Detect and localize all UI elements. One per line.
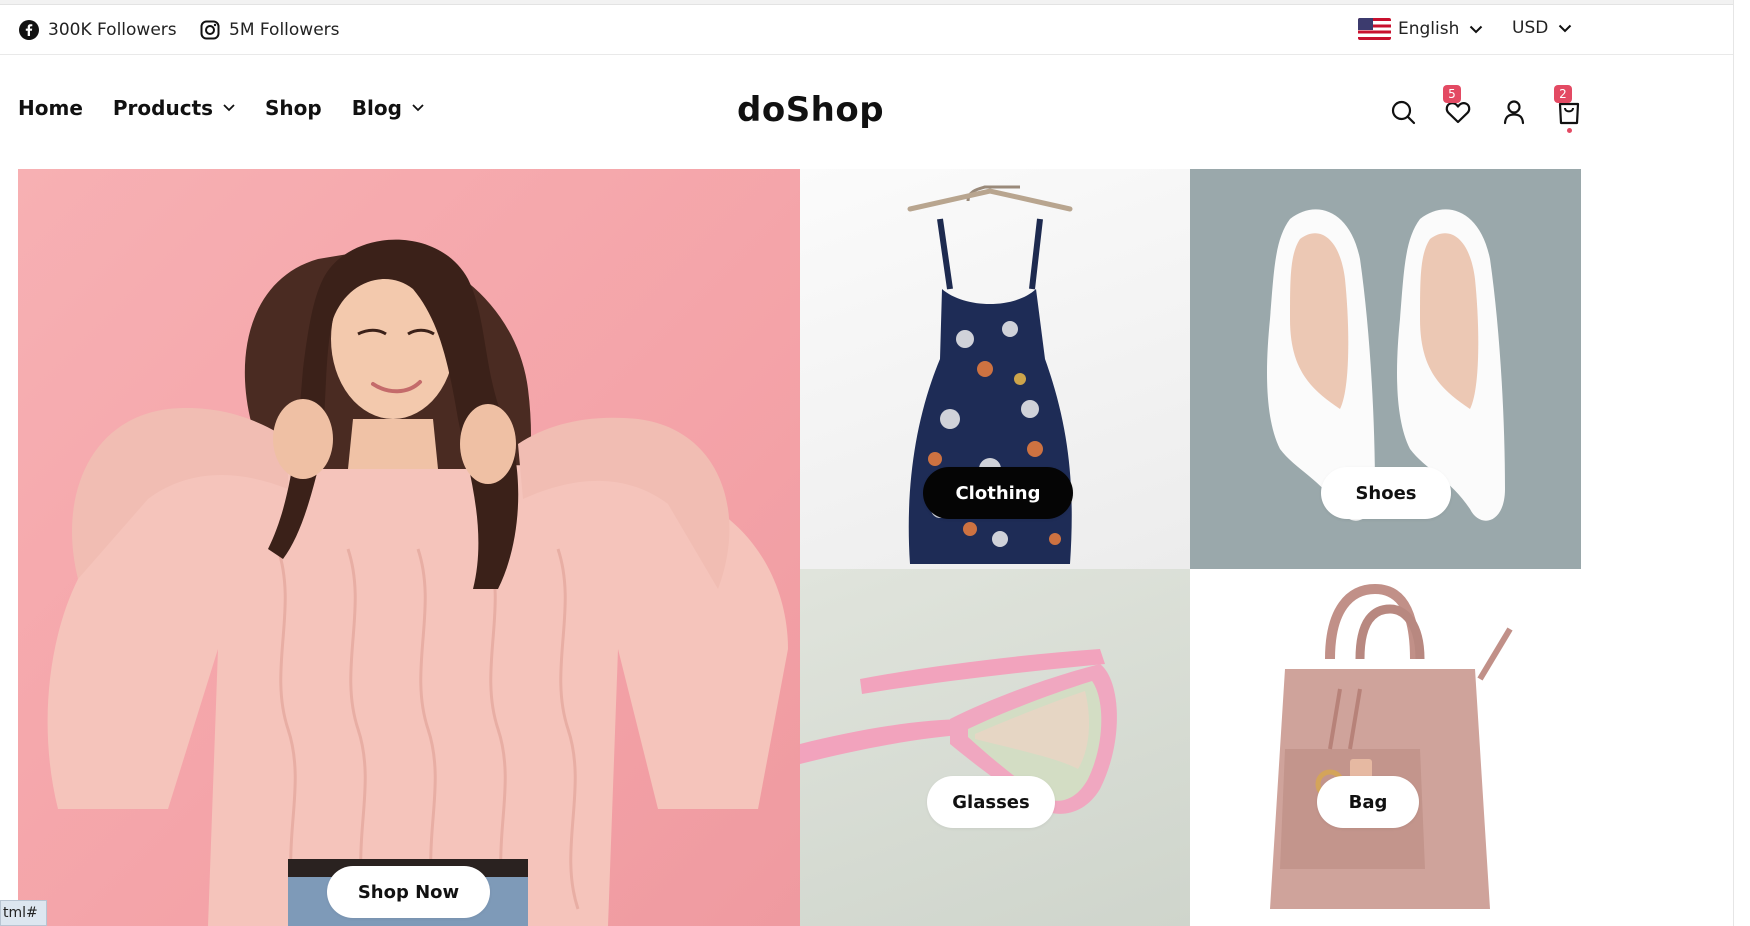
chevron-down-icon [1470,25,1483,33]
glasses-image [800,649,1117,814]
nav-item-products[interactable]: Products [113,96,235,120]
nav-item-label: Blog [351,96,402,120]
bag-image [1270,583,1513,909]
nav-item-label: Products [112,96,214,120]
user-icon [1503,100,1525,125]
main-nav: Home Products Shop Blog [18,96,454,120]
facebook-followers-link[interactable]: 300K Followers [19,19,177,41]
shoes-category-button[interactable]: Shoes [1321,467,1451,519]
shop-now-button[interactable]: Shop Now [327,866,490,918]
hero-banner[interactable]: Shop Now [18,169,800,926]
currency-label: USD [1512,18,1549,38]
chevron-down-icon [223,104,235,112]
category-tile-glasses[interactable]: Glasses [800,569,1190,926]
facebook-followers-label: 300K Followers [48,20,177,40]
currency-selector[interactable]: USD [1512,18,1572,38]
nav-item-label: Home [18,96,83,120]
bag-category-button[interactable]: Bag [1317,776,1419,828]
nav-item-shop[interactable]: Shop [265,96,322,120]
hero-image [47,239,788,926]
cart-count-badge: 2 [1554,85,1572,103]
chevron-down-icon [1559,24,1572,32]
clothing-category-button[interactable]: Clothing [923,467,1073,519]
nav-item-blog[interactable]: Blog [352,96,424,120]
account-button[interactable] [1500,98,1528,126]
wishlist-button[interactable]: 5 [1443,85,1472,126]
site-logo[interactable]: doShop [737,90,884,130]
scrollbar[interactable] [1733,0,1750,926]
search-button[interactable] [1389,98,1417,126]
language-selector[interactable]: English [1358,18,1483,40]
browser-status-bar: tml# [0,900,47,926]
nav-item-home[interactable]: Home [18,96,83,120]
wishlist-count-badge: 5 [1443,85,1461,103]
top-bar: 300K Followers 5M Followers English USD [0,5,1733,55]
cart-button[interactable]: 2 [1554,85,1583,133]
facebook-icon [19,20,39,40]
cart-indicator-dot [1567,128,1572,133]
category-tile-shoes[interactable]: Shoes [1190,169,1581,569]
glasses-category-button[interactable]: Glasses [927,776,1055,828]
category-tile-clothing[interactable]: Clothing [800,169,1190,569]
status-url: tml# [3,905,38,921]
category-tile-bag[interactable]: Bag [1190,569,1581,926]
language-label: English [1398,19,1460,39]
nav-item-label: Shop [265,96,322,120]
instagram-followers-label: 5M Followers [229,20,340,40]
chevron-down-icon [412,104,424,112]
search-icon [1391,100,1416,125]
instagram-followers-link[interactable]: 5M Followers [200,19,340,41]
us-flag-icon [1358,18,1391,40]
instagram-icon [200,20,220,40]
